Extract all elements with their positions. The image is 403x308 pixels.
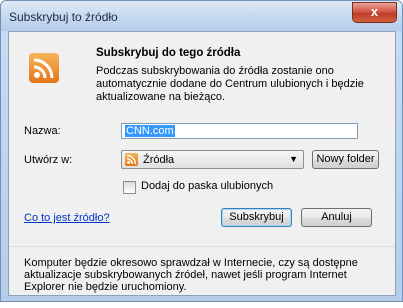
name-label: Nazwa: bbox=[24, 125, 61, 137]
what-is-feed-link[interactable]: Co to jest źródło? bbox=[24, 212, 110, 224]
close-icon: x bbox=[370, 4, 379, 19]
new-folder-button[interactable]: Nowy folder bbox=[312, 150, 379, 169]
feed-name-input[interactable]: CNN.com bbox=[121, 123, 358, 139]
dialog-body: Subskrybuj do tego źródła Podczas subskr… bbox=[8, 31, 396, 296]
dialog-heading: Subskrybuj do tego źródła bbox=[96, 47, 241, 59]
subscribe-dialog-window: Subskrybuj to źródło x Subskrybuj do teg… bbox=[0, 0, 403, 302]
rss-feed-icon bbox=[125, 153, 138, 166]
create-in-label: Utwórz w: bbox=[24, 154, 73, 166]
rss-feed-icon bbox=[29, 53, 59, 83]
subscribe-button[interactable]: Subskrybuj bbox=[221, 208, 292, 227]
feed-name-value: CNN.com bbox=[125, 125, 175, 137]
dialog-description: Podczas subskrybowania do źródła zostani… bbox=[96, 65, 364, 103]
folder-select-value: Źródła bbox=[143, 154, 175, 166]
close-button[interactable]: x bbox=[352, 2, 397, 23]
cancel-button[interactable]: Anuluj bbox=[301, 208, 372, 227]
footer-note: Komputer będzie okresowo sprawdzał w Int… bbox=[24, 257, 358, 293]
title-bar[interactable]: Subskrybuj to źródło x bbox=[1, 1, 402, 31]
add-to-favorites-bar-label: Dodaj do paska ulubionych bbox=[141, 180, 274, 192]
add-to-favorites-bar-checkbox[interactable] bbox=[123, 181, 136, 194]
window-title: Subskrybuj to źródło bbox=[9, 10, 118, 24]
chevron-down-icon: ▼ bbox=[289, 154, 298, 164]
footer-panel: Komputer będzie okresowo sprawdzał w Int… bbox=[9, 247, 395, 295]
folder-select[interactable]: Źródła ▼ bbox=[121, 150, 304, 169]
